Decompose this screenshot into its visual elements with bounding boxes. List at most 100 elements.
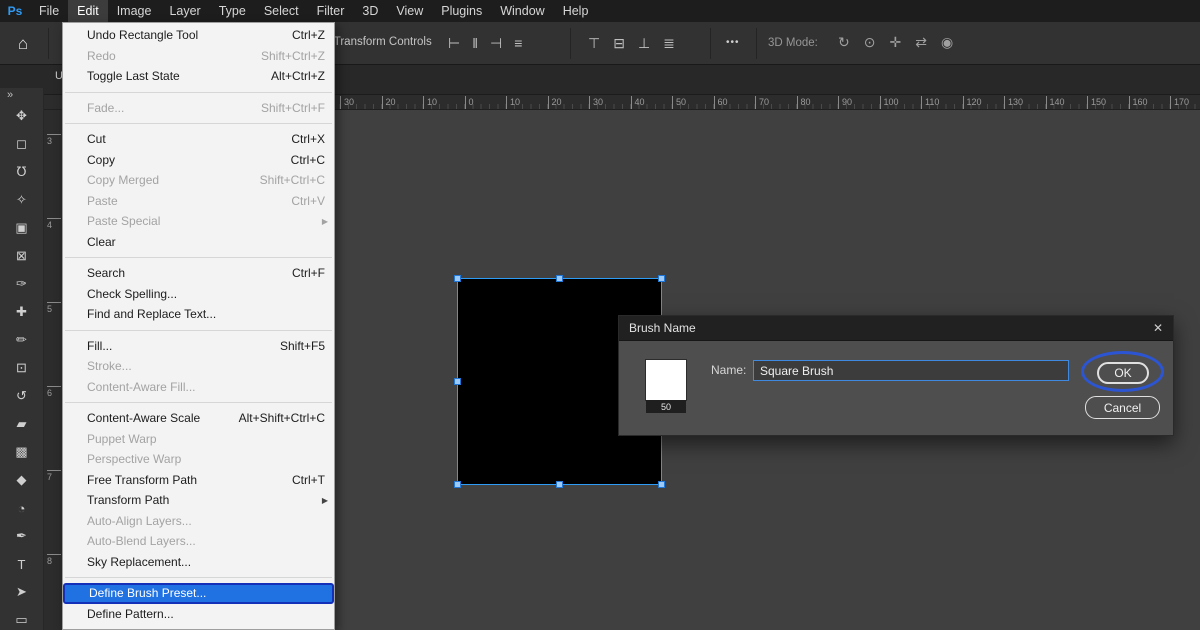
- transform-handle[interactable]: [556, 481, 563, 488]
- edit-menu-item-define-brush-preset[interactable]: Define Brush Preset...: [63, 583, 334, 604]
- type-tool[interactable]: T: [9, 551, 35, 577]
- move-tool[interactable]: ✥: [9, 103, 35, 129]
- menubar-item-filter[interactable]: Filter: [308, 0, 354, 22]
- menubar-item-3d[interactable]: 3D: [353, 0, 387, 22]
- edit-menu-item-fill[interactable]: Fill...Shift+F5: [63, 336, 334, 357]
- edit-menu-item-paste[interactable]: PasteCtrl+V: [63, 191, 334, 212]
- align-bottom-edges-icon[interactable]: ⊥: [638, 34, 650, 52]
- edit-menu-item-content-aware-scale[interactable]: Content-Aware ScaleAlt+Shift+Ctrl+C: [63, 408, 334, 429]
- menubar-item-file[interactable]: File: [30, 0, 68, 22]
- edit-menu-item-search[interactable]: SearchCtrl+F: [63, 263, 334, 284]
- menu-item-label: Define Brush Preset...: [89, 586, 323, 600]
- transform-handle[interactable]: [454, 378, 461, 385]
- menu-item-label: Paste: [87, 194, 279, 208]
- edit-menu-item-free-transform-path[interactable]: Free Transform PathCtrl+T: [63, 470, 334, 491]
- menubar-item-help[interactable]: Help: [554, 0, 598, 22]
- menubar-item-image[interactable]: Image: [108, 0, 161, 22]
- edit-menu-item-undo-rectangle-tool[interactable]: Undo Rectangle ToolCtrl+Z: [63, 25, 334, 46]
- menu-item-label: Stroke...: [87, 359, 325, 373]
- align-vertical-centers-icon[interactable]: ⊟: [613, 34, 625, 52]
- dialog-body: 50 Name: OK Cancel: [619, 341, 1173, 435]
- clone-stamp-tool[interactable]: ⊡: [9, 355, 35, 381]
- edit-menu-item-copy[interactable]: CopyCtrl+C: [63, 150, 334, 171]
- align-horizontal-centers-icon[interactable]: ‖: [472, 34, 478, 52]
- edit-menu-item-transform-path[interactable]: Transform Path▶: [63, 490, 334, 511]
- cancel-button[interactable]: Cancel: [1085, 396, 1160, 419]
- edit-menu-item-define-custom-shape[interactable]: Define Custom Shape...: [63, 624, 334, 630]
- brush-tool[interactable]: ✏: [9, 327, 35, 353]
- photoshop-logo[interactable]: Ps: [0, 4, 30, 18]
- transform-handle[interactable]: [658, 481, 665, 488]
- more-options-icon[interactable]: •••: [726, 37, 740, 48]
- distribute-vertical-centers-icon[interactable]: ≣: [663, 34, 675, 52]
- transform-handle[interactable]: [454, 275, 461, 282]
- quick-selection-tool[interactable]: ✧: [9, 187, 35, 213]
- edit-menu-item-fade[interactable]: Fade...Shift+Ctrl+F: [63, 98, 334, 119]
- edit-menu-item-stroke[interactable]: Stroke...: [63, 356, 334, 377]
- gradient-tool[interactable]: ▩: [9, 439, 35, 465]
- blur-tool[interactable]: ◆: [9, 467, 35, 493]
- edit-menu-item-redo[interactable]: RedoShift+Ctrl+Z: [63, 46, 334, 67]
- edit-menu-item-sky-replacement[interactable]: Sky Replacement...: [63, 552, 334, 573]
- slide-3d-camera-icon[interactable]: ⇄: [915, 33, 927, 51]
- edit-menu-item-auto-align-layers[interactable]: Auto-Align Layers...: [63, 511, 334, 532]
- tool-palette: » ✥◻℧✧▣⊠✑✚✏⊡↺▰▩◆◔✒T➤▭⋯: [0, 88, 44, 630]
- menu-item-shortcut: Alt+Shift+Ctrl+C: [239, 411, 325, 425]
- menu-item-label: Fill...: [87, 339, 268, 353]
- transform-handle[interactable]: [454, 481, 461, 488]
- distribute-horizontal-centers-icon[interactable]: ≡: [514, 34, 522, 52]
- align-top-edges-icon[interactable]: ⊤: [588, 34, 600, 52]
- healing-brush-tool[interactable]: ✚: [9, 299, 35, 325]
- frame-tool[interactable]: ⊠: [9, 243, 35, 269]
- lasso-tool[interactable]: ℧: [9, 159, 35, 185]
- align-right-edges-icon[interactable]: ⊣: [490, 34, 502, 52]
- options-separator: [570, 28, 571, 59]
- edit-menu-item-paste-special[interactable]: Paste Special▶: [63, 211, 334, 232]
- eyedropper-tool[interactable]: ✑: [9, 271, 35, 297]
- edit-menu-item-check-spelling[interactable]: Check Spelling...: [63, 284, 334, 305]
- menubar-item-type[interactable]: Type: [210, 0, 255, 22]
- menubar-item-view[interactable]: View: [387, 0, 432, 22]
- menubar-item-plugins[interactable]: Plugins: [432, 0, 491, 22]
- eraser-tool[interactable]: ▰: [9, 411, 35, 437]
- edit-menu-item-find-and-replace-text[interactable]: Find and Replace Text...: [63, 304, 334, 325]
- dialog-title-bar[interactable]: Brush Name ✕: [619, 316, 1173, 341]
- brush-name-input[interactable]: [753, 360, 1069, 381]
- orbit-3d-camera-icon[interactable]: ↻: [838, 33, 850, 51]
- dolly-3d-camera-icon[interactable]: ◉: [941, 33, 953, 51]
- crop-tool[interactable]: ▣: [9, 215, 35, 241]
- edit-menu-item-puppet-warp[interactable]: Puppet Warp: [63, 429, 334, 450]
- rectangle-tool[interactable]: ▭: [9, 607, 35, 630]
- edit-menu-item-clear[interactable]: Clear: [63, 232, 334, 253]
- edit-menu-item-perspective-warp[interactable]: Perspective Warp: [63, 449, 334, 470]
- menubar-item-layer[interactable]: Layer: [160, 0, 209, 22]
- edit-menu-item-define-pattern[interactable]: Define Pattern...: [63, 604, 334, 625]
- edit-menu-item-content-aware-fill[interactable]: Content-Aware Fill...: [63, 377, 334, 398]
- menubar-item-edit[interactable]: Edit: [68, 0, 108, 22]
- path-selection-tool[interactable]: ➤: [9, 579, 35, 605]
- expand-panel-icon[interactable]: »: [0, 88, 43, 102]
- edit-menu-items: Undo Rectangle ToolCtrl+ZRedoShift+Ctrl+…: [63, 25, 334, 630]
- menu-item-label: Check Spelling...: [87, 287, 325, 301]
- edit-menu-item-copy-merged[interactable]: Copy MergedShift+Ctrl+C: [63, 170, 334, 191]
- rectangular-marquee-tool[interactable]: ◻: [9, 131, 35, 157]
- pen-tool[interactable]: ✒: [9, 523, 35, 549]
- dodge-tool[interactable]: ◔: [9, 495, 35, 521]
- menubar-item-window[interactable]: Window: [491, 0, 553, 22]
- transform-handle[interactable]: [658, 275, 665, 282]
- transform-handle[interactable]: [556, 275, 563, 282]
- edit-menu-item-cut[interactable]: CutCtrl+X: [63, 129, 334, 150]
- menu-item-label: Undo Rectangle Tool: [87, 28, 280, 42]
- roll-3d-camera-icon[interactable]: ⊙: [864, 33, 876, 51]
- edit-menu-item-toggle-last-state[interactable]: Toggle Last StateAlt+Ctrl+Z: [63, 66, 334, 87]
- menubar-item-select[interactable]: Select: [255, 0, 308, 22]
- ruler-label: 10: [423, 96, 437, 109]
- close-icon[interactable]: ✕: [1153, 321, 1163, 335]
- edit-menu-item-auto-blend-layers[interactable]: Auto-Blend Layers...: [63, 531, 334, 552]
- align-left-edges-icon[interactable]: ⊢: [448, 34, 460, 52]
- home-button[interactable]: ⌂: [8, 30, 38, 57]
- history-brush-tool[interactable]: ↺: [9, 383, 35, 409]
- pan-3d-camera-icon[interactable]: ✛: [889, 33, 901, 51]
- ok-button[interactable]: OK: [1097, 362, 1149, 384]
- ruler-label: 100: [880, 96, 899, 109]
